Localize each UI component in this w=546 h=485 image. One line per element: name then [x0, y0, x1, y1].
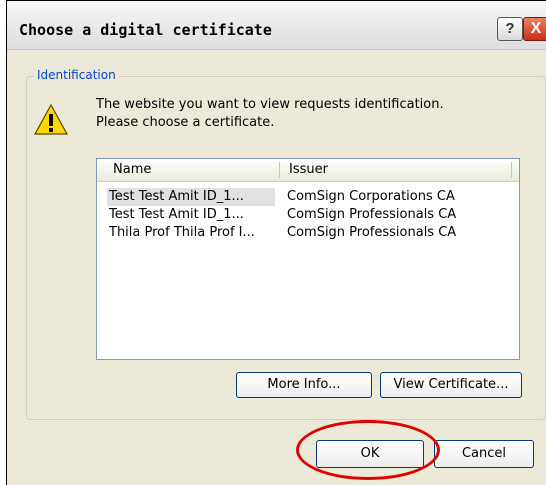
certificate-name: Test Test Amit ID_1... [107, 188, 275, 206]
column-header-name[interactable]: Name [105, 159, 281, 181]
title-bar: Choose a digital certificate ? X [7, 1, 546, 50]
cancel-button[interactable]: Cancel [434, 440, 534, 468]
list-item[interactable]: Thila Prof Thila Prof I... ComSign Profe… [97, 224, 519, 242]
list-header: Name Issuer [97, 159, 519, 182]
groupbox-legend: Identification [34, 68, 119, 82]
certificate-name: Test Test Amit ID_1... [109, 207, 244, 222]
more-info-button[interactable]: More Info... [236, 372, 372, 398]
help-button[interactable]: ? [497, 17, 523, 41]
list-item-selected[interactable]: Test Test Amit ID_1... ComSign Corporati… [97, 188, 519, 206]
message-line-1: The website you want to view requests id… [96, 97, 444, 112]
close-button[interactable]: X [523, 17, 546, 41]
warning-icon [34, 104, 68, 135]
certificate-issuer: ComSign Professionals CA [287, 207, 457, 222]
certificate-list[interactable]: Name Issuer Test Test Amit ID_1... ComSi… [96, 158, 520, 360]
dialog-title: Choose a digital certificate [19, 21, 272, 39]
column-header-issuer[interactable]: Issuer [281, 159, 511, 181]
certificate-issuer: ComSign Corporations CA [287, 189, 455, 204]
certificate-issuer: ComSign Professionals CA [287, 225, 457, 240]
column-separator[interactable] [279, 162, 280, 178]
ok-button[interactable]: OK [316, 440, 424, 468]
certificate-name: Thila Prof Thila Prof I... [109, 225, 255, 240]
request-message: The website you want to view requests id… [96, 96, 444, 132]
message-line-2: Please choose a certificate. [96, 115, 275, 130]
view-certificate-button[interactable]: View Certificate... [380, 372, 522, 398]
column-separator[interactable] [511, 162, 512, 178]
list-item[interactable]: Test Test Amit ID_1... ComSign Professio… [97, 206, 519, 224]
